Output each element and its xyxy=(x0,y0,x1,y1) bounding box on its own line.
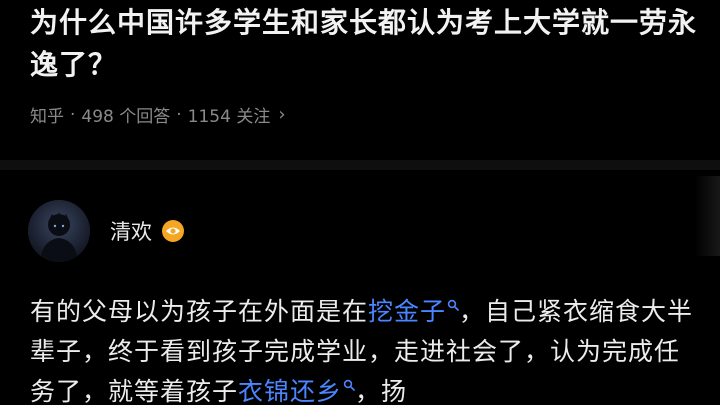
meta-separator: · xyxy=(176,104,182,125)
question-header: 为什么中国许多学生和家长都认为考上大学就一劳永逸了？ 知乎 · 498 个回答 … xyxy=(30,2,700,127)
question-title[interactable]: 为什么中国许多学生和家长都认为考上大学就一劳永逸了？ xyxy=(30,2,700,86)
source-label: 知乎 xyxy=(30,107,64,127)
scroll-edge xyxy=(694,176,720,256)
search-icon xyxy=(343,379,355,391)
answers-count: 498 个回答 xyxy=(81,107,171,127)
keyword-text: 衣锦还乡 xyxy=(238,377,343,405)
author-name[interactable]: 清欢 xyxy=(110,216,152,246)
zhihu-answer-screen: 为什么中国许多学生和家长都认为考上大学就一劳永逸了？ 知乎 · 498 个回答 … xyxy=(0,0,720,405)
question-meta[interactable]: 知乎 · 498 个回答 · 1154 关注 › xyxy=(30,102,700,127)
avatar[interactable] xyxy=(28,200,90,262)
keyword-link[interactable]: 衣锦还乡 xyxy=(238,377,355,405)
meta-separator: · xyxy=(70,104,76,125)
keyword-link[interactable]: 挖金子 xyxy=(368,297,459,326)
chevron-right-icon[interactable]: › xyxy=(278,104,285,125)
section-divider xyxy=(0,160,720,170)
answer-body: 有的父母以为孩子在外面是在挖金子 ，自己紧衣缩食大半辈子，终于看到孩子完成学业，走… xyxy=(30,292,698,405)
answer-text: 有的父母以为孩子在外面是在 xyxy=(30,297,369,326)
answer-text: ，扬 xyxy=(355,377,408,405)
followers-count: 1154 关注 xyxy=(187,107,271,127)
eye-badge-icon xyxy=(162,220,184,242)
author-row[interactable]: 清欢 xyxy=(28,200,184,262)
keyword-text: 挖金子 xyxy=(368,297,447,326)
search-icon xyxy=(447,299,459,311)
